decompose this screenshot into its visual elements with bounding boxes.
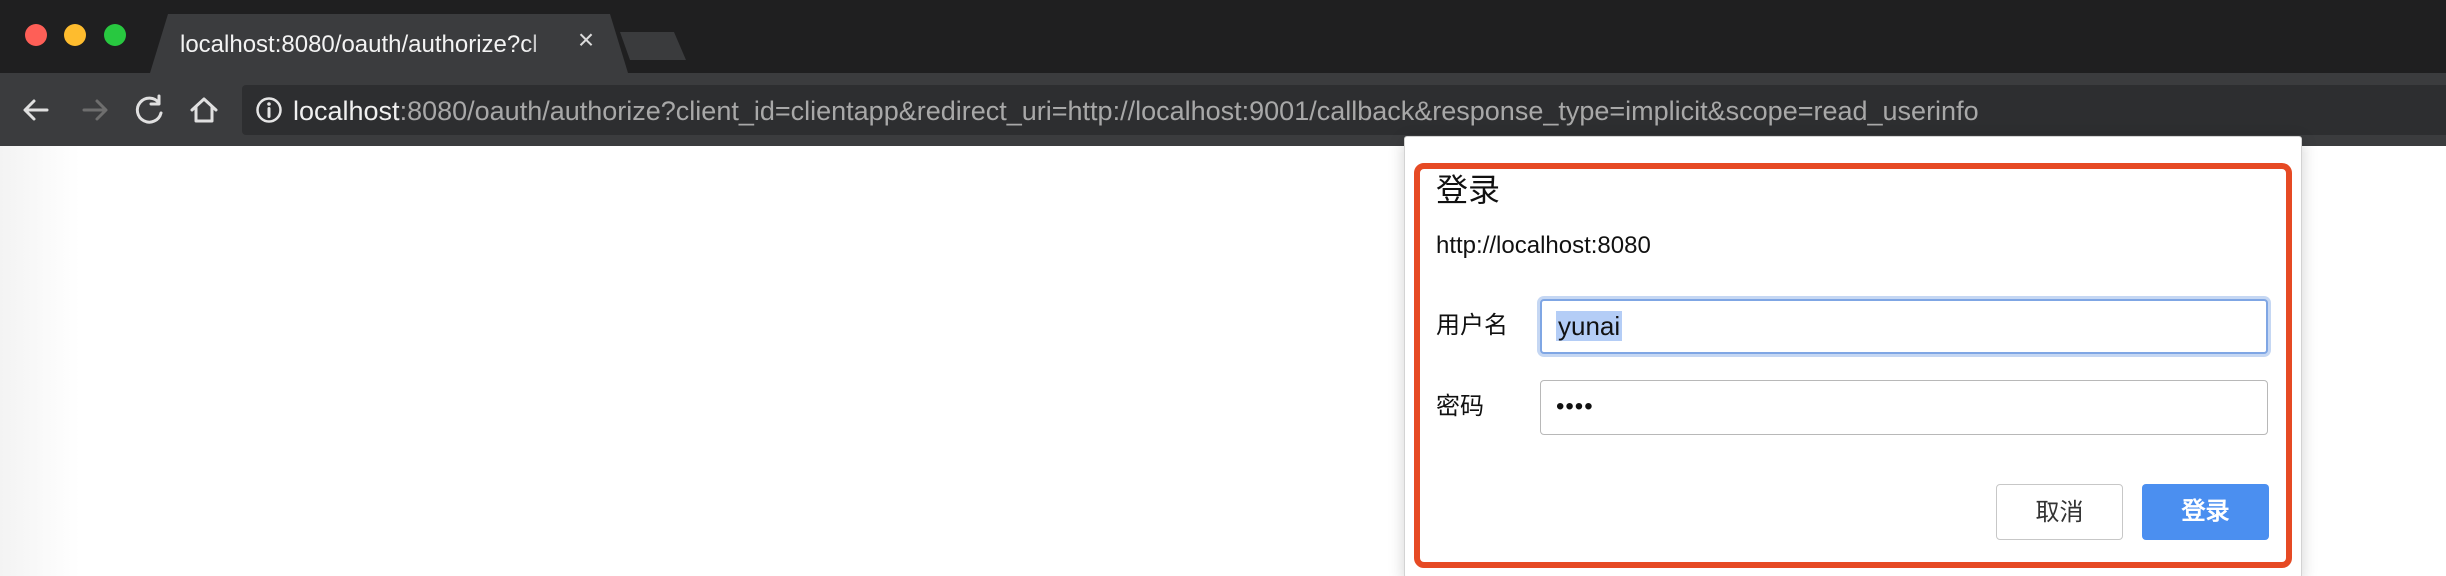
close-window-button[interactable] bbox=[25, 24, 47, 46]
info-icon[interactable] bbox=[254, 95, 284, 125]
tab-title-text: localhost:8080/oauth/authorize?cl bbox=[180, 31, 538, 58]
forward-arrow-icon[interactable] bbox=[75, 90, 115, 130]
dialog-title: 登录 bbox=[1436, 172, 1501, 208]
address-url[interactable]: localhost:8080/oauth/authorize?client_id… bbox=[293, 94, 2413, 128]
minimize-window-button[interactable] bbox=[64, 24, 86, 46]
username-input[interactable] bbox=[1540, 299, 2268, 354]
address-host: localhost bbox=[293, 96, 400, 126]
password-input[interactable] bbox=[1540, 380, 2268, 435]
back-arrow-icon[interactable] bbox=[16, 90, 56, 130]
password-label: 密码 bbox=[1436, 393, 1484, 420]
address-path: :8080/oauth/authorize?client_id=clientap… bbox=[399, 96, 1979, 126]
page-left-shade bbox=[0, 146, 80, 576]
username-value[interactable]: yunai bbox=[1556, 311, 1623, 341]
username-label: 用户名 bbox=[1436, 312, 1508, 339]
browser-window: localhost:8080/oauth/authorize?cl × loca… bbox=[0, 0, 2446, 576]
tab-title[interactable]: localhost:8080/oauth/authorize?cl bbox=[180, 30, 570, 60]
home-icon[interactable] bbox=[184, 90, 224, 130]
password-value[interactable]: •••• bbox=[1556, 392, 1594, 422]
zoom-window-button[interactable] bbox=[104, 24, 126, 46]
cancel-button[interactable]: 取消 bbox=[1996, 484, 2123, 540]
reload-icon[interactable] bbox=[130, 90, 170, 130]
tab-title-fade bbox=[524, 30, 570, 60]
login-button[interactable]: 登录 bbox=[2142, 484, 2269, 540]
dialog-origin: http://localhost:8080 bbox=[1436, 232, 1651, 259]
close-icon[interactable]: × bbox=[574, 26, 598, 54]
